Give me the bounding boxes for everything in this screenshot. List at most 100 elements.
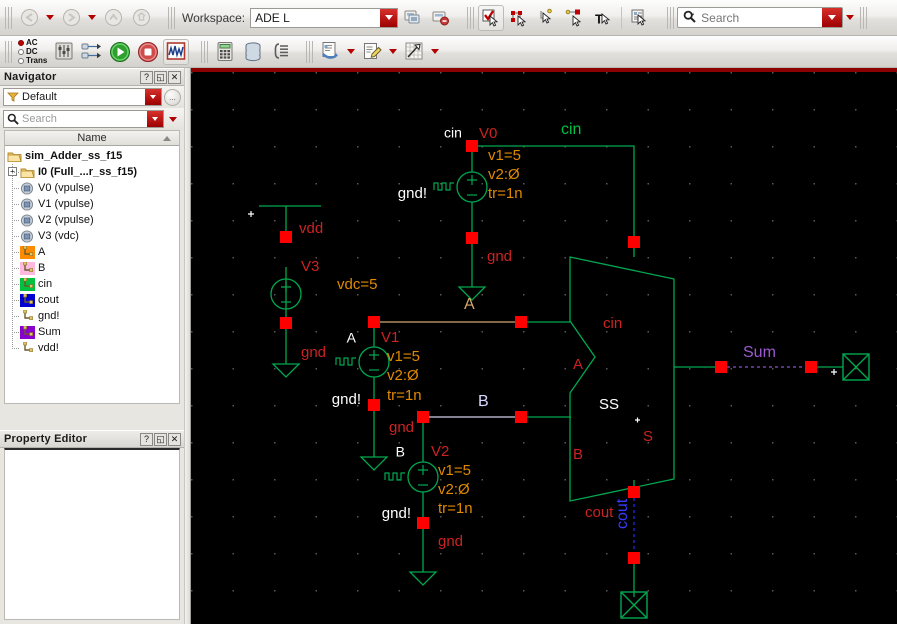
tree-item[interactable]: V3 (vdc) xyxy=(7,228,179,244)
tree-item[interactable]: V1 (vpulse) xyxy=(7,196,179,212)
navigator-search-caret-icon[interactable] xyxy=(169,116,177,122)
select-labels-button[interactable]: T xyxy=(590,5,616,31)
v2-gnd-net-label: gnd xyxy=(438,533,463,550)
property-editor-help-button[interactable]: ? xyxy=(140,432,153,446)
netlist-caret-icon[interactable] xyxy=(347,49,356,54)
select-all-button[interactable] xyxy=(478,4,505,31)
tree-item[interactable]: + I0 (Full_...r_ss_f15) xyxy=(7,164,179,180)
pin-marker-v1-top[interactable] xyxy=(368,316,380,328)
results-browser-button[interactable] xyxy=(240,39,266,65)
select-instances-button[interactable] xyxy=(534,5,560,31)
net-label-cin[interactable]: cin xyxy=(561,121,581,138)
analysis-mode-dc[interactable]: DC xyxy=(18,47,47,56)
property-editor-close-button[interactable]: ✕ xyxy=(168,432,181,446)
edit-netlist-button[interactable] xyxy=(359,39,385,65)
parasitics-button[interactable] xyxy=(268,39,294,65)
select-nets-button[interactable] xyxy=(506,5,532,31)
property-editor-undock-button[interactable]: ◱ xyxy=(154,432,167,446)
schematic-drawing[interactable]: cin A B S cout SS cin V0 v1=5 v2:Ø tr=1n… xyxy=(191,72,897,624)
netlist-grip[interactable] xyxy=(306,40,314,63)
net-label-cout[interactable]: cout xyxy=(614,498,631,529)
home-button[interactable] xyxy=(128,5,154,31)
navigator-tree[interactable]: sim_Adder_ss_f15 + I0 (Full_...r_ss_f15) V0… xyxy=(4,146,180,404)
netlist-and-run-button[interactable] xyxy=(107,39,133,65)
analysis-mode-ac[interactable]: AC xyxy=(18,38,47,47)
pin-marker-v3-gnd[interactable] xyxy=(280,317,292,329)
schematic-canvas[interactable]: cin A B S cout SS cin V0 v1=5 v2:Ø tr=1n… xyxy=(191,72,897,624)
setup-outputs-button[interactable] xyxy=(79,39,105,65)
workspace-combobox[interactable]: ADE L xyxy=(250,7,399,28)
navigator-search-box[interactable]: Search xyxy=(3,110,164,128)
edit-analyses-button[interactable] xyxy=(51,39,77,65)
search-dropdown-icon[interactable] xyxy=(822,8,843,27)
annotate-button[interactable] xyxy=(401,39,427,65)
select-properties-button[interactable] xyxy=(627,5,653,31)
forward-button[interactable] xyxy=(58,5,84,31)
pin-marker-v2-gnd[interactable] xyxy=(417,517,429,529)
analysis-mode-trans[interactable]: Trans xyxy=(18,56,47,65)
back-button[interactable] xyxy=(16,5,42,31)
search-options-caret-icon[interactable] xyxy=(846,15,855,20)
plot-outputs-button[interactable] xyxy=(163,38,190,65)
navigator-close-button[interactable]: ✕ xyxy=(168,70,181,84)
search-grip[interactable] xyxy=(667,6,675,29)
net-icon xyxy=(20,277,35,291)
navigator-undock-button[interactable]: ◱ xyxy=(154,70,167,84)
up-button[interactable] xyxy=(100,5,126,31)
navigator-options-button[interactable]: ... xyxy=(164,88,181,106)
tree-item[interactable]: V0 (vpulse) xyxy=(7,180,179,196)
save-workspace-button[interactable] xyxy=(399,5,425,31)
edit-netlist-caret-icon[interactable] xyxy=(389,49,398,54)
selection-grip[interactable] xyxy=(467,6,475,29)
net-label-Sum[interactable]: Sum xyxy=(743,344,776,361)
search-input[interactable] xyxy=(699,9,795,26)
search-box[interactable] xyxy=(677,7,844,28)
tree-item[interactable]: gnd! xyxy=(7,308,179,324)
pin-marker-v2-top[interactable] xyxy=(417,411,429,423)
pin-marker-sum-left[interactable] xyxy=(715,361,727,373)
netlist-button[interactable] xyxy=(317,39,343,65)
navigator-filter-combobox[interactable]: Default xyxy=(3,88,162,106)
pin-marker-cout-bottom[interactable] xyxy=(628,552,640,564)
back-history-caret-icon[interactable] xyxy=(46,15,54,20)
tree-item[interactable]: cin xyxy=(7,276,179,292)
toolbar-grip[interactable] xyxy=(5,6,12,29)
tree-item[interactable]: Sum xyxy=(7,324,179,340)
annotate-caret-icon[interactable] xyxy=(431,49,440,54)
workspace-grip[interactable] xyxy=(168,6,175,29)
search-end-grip[interactable] xyxy=(860,6,868,29)
tree-expand-icon[interactable]: + xyxy=(8,167,17,176)
tree-item[interactable]: sim_Adder_ss_f15 xyxy=(7,148,179,164)
workspace-dropdown-icon[interactable] xyxy=(380,8,398,27)
stop-button[interactable] xyxy=(135,39,161,65)
tree-item[interactable]: B xyxy=(7,260,179,276)
analysis-mode-radios[interactable]: AC DC Trans xyxy=(15,37,50,67)
pin-marker-v3-top[interactable] xyxy=(280,231,292,243)
pin-marker-net-B[interactable] xyxy=(515,411,527,423)
forward-history-caret-icon[interactable] xyxy=(88,15,96,20)
pin-marker-net-A[interactable] xyxy=(515,316,527,328)
pin-marker-adder-cin[interactable] xyxy=(628,236,640,248)
pin-marker-sum-right[interactable] xyxy=(805,361,817,373)
tree-item[interactable]: vdd! xyxy=(7,340,179,356)
navigator-search-dropdown-icon[interactable] xyxy=(147,111,163,127)
tree-column-header[interactable]: Name xyxy=(4,130,180,146)
property-editor-body[interactable] xyxy=(4,448,180,620)
navigator-filter-dropdown-icon[interactable] xyxy=(145,89,161,105)
pin-marker-v1-gnd[interactable] xyxy=(368,399,380,411)
tree-item[interactable]: cout xyxy=(7,292,179,308)
tools-grip[interactable] xyxy=(201,40,209,63)
pin-marker-v0-top[interactable] xyxy=(466,140,478,152)
calculator-button[interactable] xyxy=(212,39,238,65)
sim-grip[interactable] xyxy=(5,40,12,63)
pin-marker-v0-gnd[interactable] xyxy=(466,232,478,244)
delete-workspace-button[interactable] xyxy=(427,5,453,31)
select-pins-button[interactable] xyxy=(562,5,588,31)
navigator-help-button[interactable]: ? xyxy=(140,70,153,84)
dock-splitter[interactable] xyxy=(184,68,191,624)
tree-item[interactable]: A xyxy=(7,244,179,260)
pin-marker-cout-top[interactable] xyxy=(628,486,640,498)
tree-item[interactable]: V2 (vpulse) xyxy=(7,212,179,228)
net-label-A[interactable]: A xyxy=(464,296,475,313)
net-label-B[interactable]: B xyxy=(478,393,489,410)
